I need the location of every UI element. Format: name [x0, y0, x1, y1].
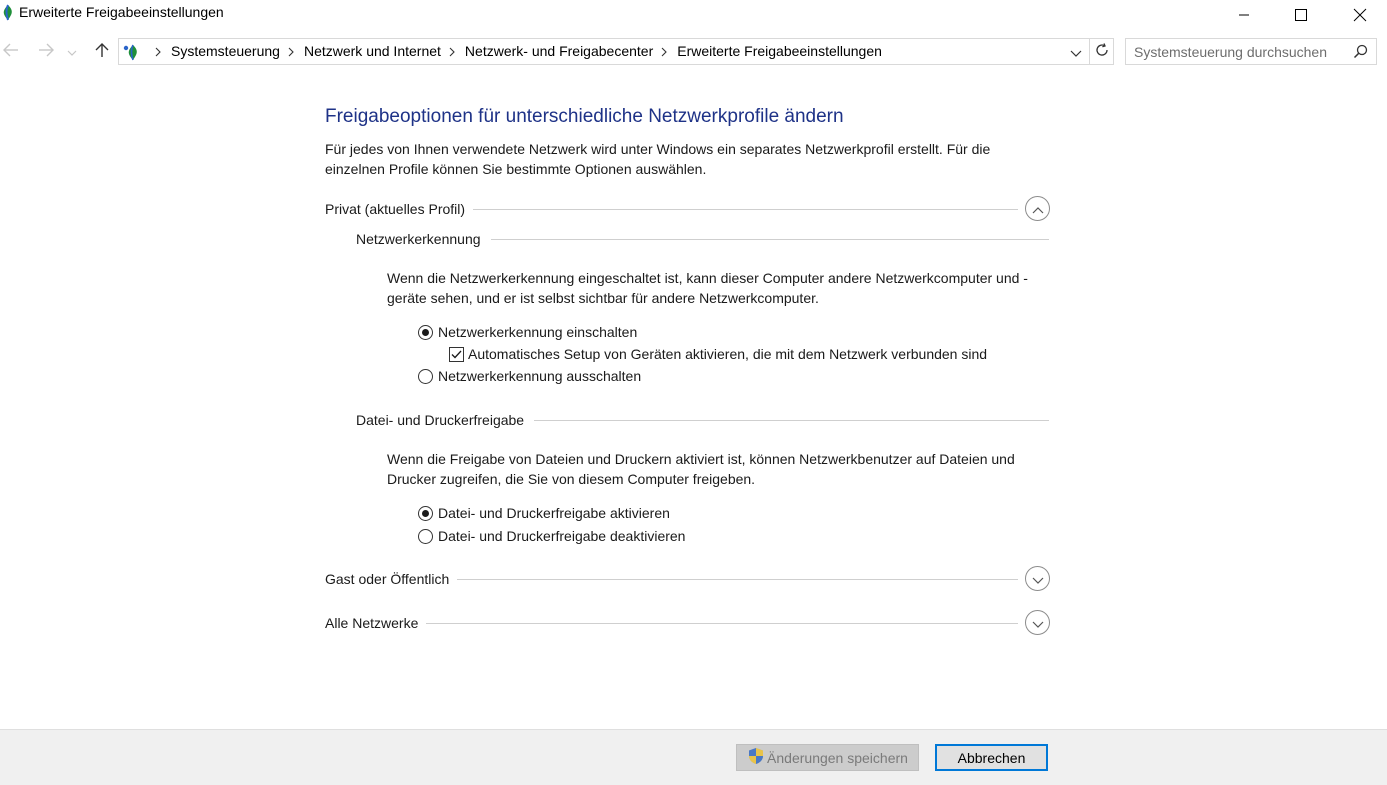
network-discovery-header: Netzwerkerkennung [356, 228, 1049, 250]
discovery-off-radio[interactable] [418, 368, 433, 384]
search-icon[interactable] [1352, 43, 1370, 61]
file-sharing-header: Datei- und Druckerfreigabe [356, 409, 1049, 431]
auto-setup-option[interactable]: Automatisches Setup von Geräten aktivier… [449, 344, 987, 364]
chevron-up-icon [1032, 201, 1044, 217]
refresh-button[interactable] [1090, 38, 1114, 65]
uac-shield-icon [747, 747, 765, 768]
chevron-down-icon [1070, 44, 1082, 60]
control-panel-network-icon [122, 43, 140, 61]
refresh-icon [1095, 43, 1109, 60]
file-sharing-off-option[interactable]: Datei- und Druckerfreigabe deaktivieren [418, 526, 685, 546]
intro-text: Für jedes von Ihnen verwendete Netzwerk … [325, 141, 991, 177]
chevron-down-icon [1032, 571, 1044, 587]
recent-locations-button[interactable] [65, 40, 79, 62]
file-sharing-on-label[interactable]: Datei- und Druckerfreigabe aktivieren [438, 505, 670, 521]
chevron-right-icon[interactable] [155, 47, 161, 57]
page-title: Freigabeoptionen für unterschiedliche Ne… [325, 106, 844, 127]
breadcrumb: Systemsteuerung Netzwerk und Internet Ne… [147, 39, 882, 64]
arrow-up-icon [95, 42, 109, 61]
chevron-right-icon[interactable] [288, 47, 294, 57]
expand-guest-button[interactable] [1025, 566, 1050, 591]
breadcrumb-item[interactable]: Netzwerk und Internet [304, 39, 441, 64]
breadcrumb-item[interactable]: Netzwerk- und Freigabecenter [465, 39, 653, 64]
network-discovery-description: Wenn die Netzwerkerkennung eingeschaltet… [387, 270, 1028, 306]
search-input[interactable] [1134, 42, 1344, 62]
discovery-off-label[interactable]: Netzwerkerkennung ausschalten [438, 368, 641, 384]
auto-setup-label[interactable]: Automatisches Setup von Geräten aktivier… [468, 346, 987, 362]
search-box[interactable] [1125, 38, 1377, 65]
network-globe-icon [2, 4, 14, 21]
profile-all-header[interactable]: Alle Netzwerke [325, 610, 1050, 638]
breadcrumb-item[interactable]: Systemsteuerung [171, 39, 280, 64]
network-discovery-label: Netzwerkerkennung [356, 230, 491, 248]
discovery-on-radio[interactable] [418, 324, 433, 340]
chevron-down-icon [1032, 615, 1044, 631]
address-bar[interactable]: Systemsteuerung Netzwerk und Internet Ne… [118, 38, 1090, 65]
discovery-off-option[interactable]: Netzwerkerkennung ausschalten [418, 366, 641, 386]
discovery-on-option[interactable]: Netzwerkerkennung einschalten [418, 322, 637, 342]
file-sharing-label: Datei- und Druckerfreigabe [356, 411, 535, 429]
collapse-private-button[interactable] [1025, 196, 1050, 221]
arrow-left-icon [3, 43, 19, 60]
file-sharing-description: Wenn die Freigabe von Dateien und Drucke… [387, 451, 1015, 487]
address-dropdown-button[interactable] [1067, 43, 1085, 61]
window-title: Erweiterte Freigabeeinstellungen [19, 4, 224, 20]
breadcrumb-item[interactable]: Erweiterte Freigabeeinstellungen [677, 39, 882, 64]
forward-button[interactable] [35, 40, 57, 62]
chevron-right-icon[interactable] [449, 47, 455, 57]
file-sharing-off-radio[interactable] [418, 528, 433, 544]
minimize-button[interactable] [1221, 0, 1267, 30]
save-changes-button[interactable]: Änderungen speichern [736, 744, 919, 771]
close-button[interactable] [1337, 0, 1383, 30]
cancel-button[interactable]: Abbrechen [935, 744, 1048, 771]
divider [325, 623, 1018, 624]
profile-private-label: Privat (aktuelles Profil) [325, 200, 474, 218]
maximize-button[interactable] [1278, 0, 1324, 30]
main-content: Freigabeoptionen für unterschiedliche Ne… [0, 68, 1387, 728]
file-sharing-on-option[interactable]: Datei- und Druckerfreigabe aktivieren [418, 503, 670, 523]
chevron-right-icon[interactable] [661, 47, 668, 57]
expand-all-networks-button[interactable] [1025, 610, 1050, 635]
file-sharing-off-label[interactable]: Datei- und Druckerfreigabe deaktivieren [438, 528, 685, 544]
chevron-down-icon [67, 43, 77, 59]
up-button[interactable] [91, 40, 113, 62]
save-changes-label: Änderungen speichern [767, 749, 908, 766]
title-bar: Erweiterte Freigabeeinstellungen [0, 0, 1387, 30]
profile-all-label: Alle Netzwerke [325, 614, 427, 632]
back-button[interactable] [0, 40, 22, 62]
discovery-on-label[interactable]: Netzwerkerkennung einschalten [438, 324, 637, 340]
profile-guest-header[interactable]: Gast oder Öffentlich [325, 566, 1050, 594]
profile-private-header[interactable]: Privat (aktuelles Profil) [325, 196, 1050, 224]
arrow-right-icon [38, 43, 54, 60]
file-sharing-on-radio[interactable] [418, 505, 433, 521]
footer-bar: Änderungen speichern Abbrechen [0, 729, 1387, 785]
auto-setup-checkbox[interactable] [449, 346, 464, 362]
profile-guest-label: Gast oder Öffentlich [325, 570, 458, 588]
